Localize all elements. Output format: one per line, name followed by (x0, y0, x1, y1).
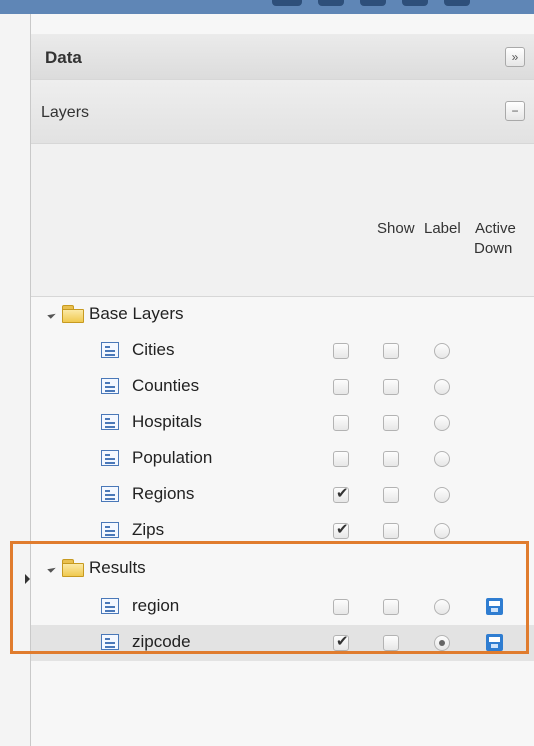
layer-label: Counties (132, 376, 200, 395)
toolbar-shape (318, 0, 344, 6)
toolbar-shape (444, 0, 470, 6)
layer-row-population[interactable]: Population (31, 441, 534, 477)
active-radio[interactable] (434, 523, 450, 539)
collapse-section-button[interactable]: − (505, 101, 525, 121)
layer-list-icon (101, 342, 119, 358)
check-icon: ✔ (336, 485, 349, 502)
active-radio[interactable] (434, 343, 450, 359)
layers-section-header: Layers − (31, 80, 534, 144)
data-panel-header: Data » (31, 34, 534, 80)
active-radio[interactable] (434, 415, 450, 431)
results-highlight-box (10, 541, 529, 654)
collapse-panel-button[interactable]: » (505, 47, 525, 67)
layer-list-icon (101, 378, 119, 394)
section-title: Layers (41, 104, 90, 121)
column-header-show[interactable]: Show (377, 220, 415, 237)
show-checkbox[interactable] (333, 451, 349, 467)
label-checkbox[interactable] (383, 415, 399, 431)
active-radio[interactable] (434, 379, 450, 395)
toolbar-shape (272, 0, 302, 6)
toolbar-shape (360, 0, 386, 6)
layer-label: Population (132, 448, 213, 467)
layer-list-icon (101, 450, 119, 466)
expand-triangle-icon[interactable] (47, 310, 56, 319)
label-checkbox[interactable] (383, 379, 399, 395)
column-header-active-line2: Down (474, 240, 513, 257)
column-header-active[interactable]: Active (475, 220, 516, 237)
layer-label: Hospitals (132, 412, 202, 431)
layer-row-hospitals[interactable]: Hospitals (31, 405, 534, 441)
layer-list-icon (101, 522, 119, 538)
layer-label: Cities (132, 340, 175, 359)
tree-group-row[interactable]: Base Layers (31, 297, 534, 333)
folder-icon (62, 305, 84, 323)
toolbar-shape (402, 0, 428, 6)
panel-title: Data (45, 48, 82, 67)
active-radio[interactable] (434, 487, 450, 503)
layer-row-counties[interactable]: Counties (31, 369, 534, 405)
label-checkbox[interactable] (383, 487, 399, 503)
layer-row-regions[interactable]: Regions ✔ (31, 477, 534, 513)
show-checkbox[interactable]: ✔ (333, 521, 349, 539)
layer-label: Zips (132, 520, 165, 539)
group-label: Base Layers (89, 304, 184, 323)
column-header-label[interactable]: Label (424, 220, 461, 237)
check-icon: ✔ (336, 521, 349, 538)
column-header-row: Show Label Active Down (31, 144, 534, 297)
show-checkbox[interactable]: ✔ (333, 485, 349, 503)
label-checkbox[interactable] (383, 523, 399, 539)
window-top-strip (0, 0, 534, 14)
show-checkbox[interactable] (333, 379, 349, 395)
show-checkbox[interactable] (333, 343, 349, 359)
label-checkbox[interactable] (383, 343, 399, 359)
layer-row-cities[interactable]: Cities (31, 333, 534, 369)
label-checkbox[interactable] (383, 451, 399, 467)
layer-label: Regions (132, 484, 195, 503)
layer-list-icon (101, 486, 119, 502)
layer-list-icon (101, 414, 119, 430)
active-radio[interactable] (434, 451, 450, 467)
show-checkbox[interactable] (333, 415, 349, 431)
